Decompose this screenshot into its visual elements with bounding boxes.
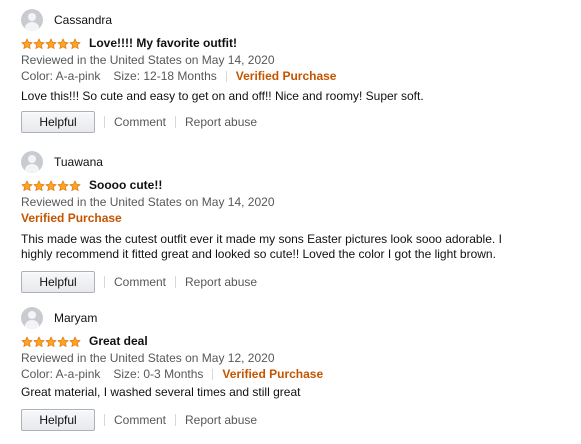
review-title[interactable]: Soooo cute!! [89, 177, 162, 194]
review-body: This made was the cutest outfit ever it … [21, 232, 566, 262]
divider [104, 414, 105, 426]
review-date: Reviewed in the United States on May 12,… [21, 351, 275, 365]
divider [104, 116, 105, 128]
divider [212, 368, 214, 380]
variant-size[interactable]: Size: 12-18 Months [113, 68, 216, 84]
review-actions: Helpful Comment Report abuse [21, 408, 566, 432]
verified-purchase-badge: Verified Purchase [222, 367, 324, 381]
helpful-button[interactable]: Helpful [21, 111, 95, 133]
star-icon [69, 38, 81, 49]
star-icon [45, 180, 57, 191]
report-abuse-link[interactable]: Report abuse [185, 274, 257, 290]
review-body: Love this!!! So cute and easy to get on … [21, 89, 424, 103]
star-rating[interactable] [21, 35, 81, 52]
report-abuse-link[interactable]: Report abuse [185, 114, 257, 130]
star-rating[interactable] [21, 333, 81, 350]
user-avatar-icon [21, 151, 43, 173]
star-icon [45, 336, 57, 347]
star-icon [33, 180, 45, 191]
star-icon [57, 336, 69, 347]
comment-link[interactable]: Comment [114, 274, 166, 290]
reviewer-name[interactable]: Tuawana [54, 151, 103, 173]
star-icon [57, 38, 69, 49]
star-icon [33, 336, 45, 347]
star-icon [45, 38, 57, 49]
divider [104, 276, 105, 288]
star-icon [69, 180, 81, 191]
report-abuse-link[interactable]: Report abuse [185, 412, 257, 428]
reviewer-profile[interactable]: Cassandra [21, 9, 566, 31]
helpful-button[interactable]: Helpful [21, 409, 95, 431]
divider [225, 70, 227, 82]
review-title[interactable]: Love!!!! My favorite outfit! [89, 35, 237, 52]
comment-link[interactable]: Comment [114, 114, 166, 130]
user-avatar-icon [21, 9, 43, 31]
review-body: Great material, I washed several times a… [21, 385, 301, 399]
review-date: Reviewed in the United States on May 14,… [21, 53, 275, 67]
user-avatar-icon [21, 307, 43, 329]
star-icon [21, 336, 33, 347]
reviewer-name[interactable]: Cassandra [54, 9, 112, 31]
star-rating[interactable] [21, 177, 81, 194]
variant-size[interactable]: Size: 0-3 Months [113, 366, 203, 382]
review-title-row: Great deal [21, 333, 566, 350]
review-title-row: Soooo cute!! [21, 177, 566, 194]
helpful-button[interactable]: Helpful [21, 271, 95, 293]
review-body-line: This made was the cutest outfit ever it … [21, 232, 502, 246]
variant-color[interactable]: Color: A-a-pink [21, 68, 100, 84]
verified-purchase-badge: Verified Purchase [21, 211, 122, 225]
star-icon [21, 38, 33, 49]
divider [175, 276, 177, 288]
review-3: Maryam Great deal Reviewed in the United… [21, 307, 566, 432]
review-title[interactable]: Great deal [89, 333, 148, 350]
review-date: Reviewed in the United States on May 14,… [21, 195, 275, 209]
review-2: Tuawana Soooo cute!! Reviewed in the Uni… [21, 151, 566, 294]
review-body-line: highly recommend it fitted great and loo… [21, 247, 496, 261]
reviewer-profile[interactable]: Maryam [21, 307, 566, 329]
star-icon [57, 180, 69, 191]
comment-link[interactable]: Comment [114, 412, 166, 428]
review-actions: Helpful Comment Report abuse [21, 270, 566, 294]
reviewer-profile[interactable]: Tuawana [21, 151, 566, 173]
review-title-row: Love!!!! My favorite outfit! [21, 35, 566, 52]
star-icon [21, 180, 33, 191]
review-1: Cassandra Love!!!! My favorite outfit! R… [21, 9, 566, 134]
review-variant-info: Color: A-a-pink Size: 0-3 Months Verifie… [21, 366, 566, 382]
verified-purchase-badge: Verified Purchase [235, 69, 337, 83]
divider [175, 414, 177, 426]
divider [175, 116, 177, 128]
variant-color[interactable]: Color: A-a-pink [21, 366, 100, 382]
review-actions: Helpful Comment Report abuse [21, 110, 566, 134]
review-variant-info: Color: A-a-pink Size: 12-18 Months Verif… [21, 68, 566, 84]
reviewer-name[interactable]: Maryam [54, 307, 97, 329]
star-icon [69, 336, 81, 347]
star-icon [33, 38, 45, 49]
